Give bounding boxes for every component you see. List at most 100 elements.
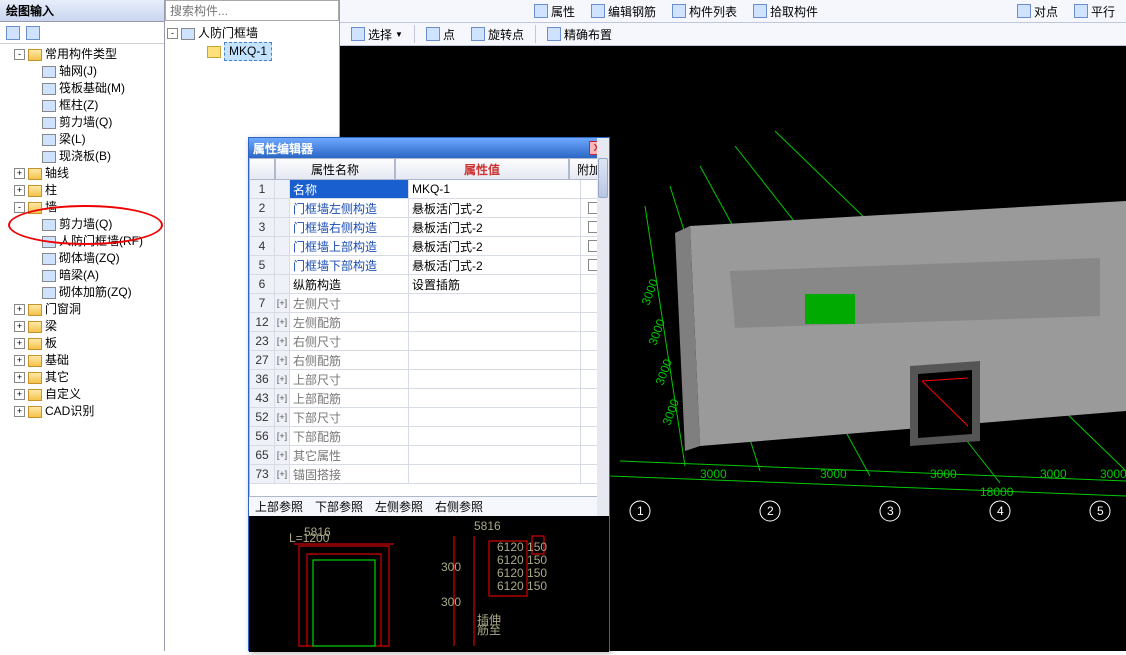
tool-icon[interactable] xyxy=(6,26,20,40)
scrollbar-thumb[interactable] xyxy=(598,180,608,198)
footer-link[interactable]: 下部参照 xyxy=(315,498,363,515)
property-row[interactable]: 23[+]右侧尺寸 xyxy=(250,332,608,351)
property-row[interactable]: 27[+]右侧配筋 xyxy=(250,351,608,370)
collapse-icon[interactable]: - xyxy=(14,49,25,60)
expand-icon[interactable]: + xyxy=(14,304,25,315)
expand-toggle[interactable]: [+] xyxy=(275,465,290,483)
tree-row[interactable]: -墙 xyxy=(2,199,164,216)
expand-icon[interactable]: + xyxy=(14,389,25,400)
expand-toggle[interactable]: [+] xyxy=(275,294,290,312)
expand-icon[interactable]: + xyxy=(14,406,25,417)
property-grid[interactable]: 1名称MKQ-12门框墙左侧构造悬板活门式-23门框墙右侧构造悬板活门式-24门… xyxy=(249,180,609,496)
expand-icon[interactable]: + xyxy=(14,185,25,196)
tree-row[interactable]: +梁 xyxy=(2,318,164,335)
toolbar-button[interactable]: 属性 xyxy=(529,1,580,21)
property-row[interactable]: 6纵筋构造设置插筋 xyxy=(250,275,608,294)
tree-row[interactable]: 梁(L) xyxy=(2,131,164,148)
collapse-icon[interactable]: - xyxy=(14,202,25,213)
expand-icon[interactable]: + xyxy=(14,338,25,349)
prop-value[interactable]: 悬板活门式-2 xyxy=(409,199,581,217)
tree-row[interactable]: 现浇板(B) xyxy=(2,148,164,165)
expand-icon[interactable]: + xyxy=(14,372,25,383)
prop-value[interactable]: 设置插筋 xyxy=(409,275,581,293)
tool-icon[interactable] xyxy=(26,26,40,40)
tree-row[interactable]: +自定义 xyxy=(2,386,164,403)
tree-row[interactable]: - 人防门框墙 xyxy=(167,25,339,42)
property-row[interactable]: 36[+]上部尺寸 xyxy=(250,370,608,389)
expand-icon[interactable]: + xyxy=(14,355,25,366)
precise-place-button[interactable]: 精确布置 xyxy=(542,24,617,44)
tree-row[interactable]: 砌体加筋(ZQ) xyxy=(2,284,164,301)
property-row[interactable]: 2门框墙左侧构造悬板活门式-2 xyxy=(250,199,608,218)
tree-row[interactable]: +板 xyxy=(2,335,164,352)
toolbar-button[interactable]: 平行 xyxy=(1069,1,1120,21)
tree-row[interactable]: +柱 xyxy=(2,182,164,199)
property-row[interactable]: 43[+]上部配筋 xyxy=(250,389,608,408)
expand-toggle[interactable]: [+] xyxy=(275,351,290,369)
prop-value[interactable] xyxy=(409,465,581,483)
tree-row[interactable]: +门窗洞 xyxy=(2,301,164,318)
tree-row[interactable]: -常用构件类型 xyxy=(2,46,164,63)
col-value[interactable]: 属性值 xyxy=(395,158,569,180)
property-row[interactable]: 7[+]左侧尺寸 xyxy=(250,294,608,313)
point-button[interactable]: 点 xyxy=(421,24,460,44)
footer-link[interactable]: 左侧参照 xyxy=(375,498,423,515)
prop-value[interactable]: MKQ-1 xyxy=(409,180,581,198)
prop-value[interactable] xyxy=(409,370,581,388)
toolbar-button[interactable]: 拾取构件 xyxy=(748,1,823,21)
tree-row[interactable]: MKQ-1 xyxy=(167,42,339,61)
toolbar-button[interactable]: 构件列表 xyxy=(667,1,742,21)
prop-value[interactable]: 悬板活门式-2 xyxy=(409,218,581,236)
dialog-titlebar[interactable]: 属性编辑器 X xyxy=(249,138,609,158)
tree-row[interactable]: 人防门框墙(RF) xyxy=(2,233,164,250)
expand-toggle[interactable]: [+] xyxy=(275,370,290,388)
expand-toggle[interactable]: [+] xyxy=(275,389,290,407)
property-row[interactable]: 12[+]左侧配筋 xyxy=(250,313,608,332)
tree-row[interactable]: 剪力墙(Q) xyxy=(2,216,164,233)
property-row[interactable]: 5门框墙下部构造悬板活门式-2 xyxy=(250,256,608,275)
footer-link[interactable]: 右侧参照 xyxy=(435,498,483,515)
expand-icon[interactable]: + xyxy=(14,168,25,179)
property-row[interactable]: 4门框墙上部构造悬板活门式-2 xyxy=(250,237,608,256)
property-row[interactable]: 52[+]下部尺寸 xyxy=(250,408,608,427)
col-name[interactable]: 属性名称 xyxy=(275,158,395,180)
property-row[interactable]: 3门框墙右侧构造悬板活门式-2 xyxy=(250,218,608,237)
prop-value[interactable] xyxy=(409,351,581,369)
property-row[interactable]: 56[+]下部配筋 xyxy=(250,427,608,446)
collapse-icon[interactable]: - xyxy=(167,28,178,39)
toolbar-button[interactable]: 对点 xyxy=(1012,1,1063,21)
scrollbar[interactable] xyxy=(597,180,609,496)
prop-value[interactable] xyxy=(409,446,581,464)
select-button[interactable]: 选择▼ xyxy=(346,24,408,44)
prop-value[interactable]: 悬板活门式-2 xyxy=(409,237,581,255)
property-row[interactable]: 1名称MKQ-1 xyxy=(250,180,608,199)
tree-row[interactable]: 筏板基础(M) xyxy=(2,80,164,97)
tree-row[interactable]: 砌体墙(ZQ) xyxy=(2,250,164,267)
prop-value[interactable] xyxy=(409,427,581,445)
footer-link[interactable]: 上部参照 xyxy=(255,498,303,515)
prop-value[interactable] xyxy=(409,313,581,331)
tree-row[interactable]: 暗梁(A) xyxy=(2,267,164,284)
property-row[interactable]: 73[+]锚固搭接 xyxy=(250,465,608,484)
toolbar-button[interactable]: 编辑钢筋 xyxy=(586,1,661,21)
expand-toggle[interactable]: [+] xyxy=(275,313,290,331)
expand-icon[interactable]: + xyxy=(14,321,25,332)
expand-toggle[interactable]: [+] xyxy=(275,332,290,350)
tree-row[interactable]: +CAD识别 xyxy=(2,403,164,420)
expand-toggle[interactable]: [+] xyxy=(275,427,290,445)
prop-value[interactable]: 悬板活门式-2 xyxy=(409,256,581,274)
property-row[interactable]: 65[+]其它属性 xyxy=(250,446,608,465)
rotate-point-button[interactable]: 旋转点 xyxy=(466,24,529,44)
tree-row[interactable]: 轴网(J) xyxy=(2,63,164,80)
prop-value[interactable] xyxy=(409,294,581,312)
tree-row[interactable]: +基础 xyxy=(2,352,164,369)
tree-row[interactable]: 剪力墙(Q) xyxy=(2,114,164,131)
tree-row[interactable]: +其它 xyxy=(2,369,164,386)
prop-value[interactable] xyxy=(409,389,581,407)
tree-row[interactable]: +轴线 xyxy=(2,165,164,182)
expand-toggle[interactable]: [+] xyxy=(275,408,290,426)
expand-toggle[interactable]: [+] xyxy=(275,446,290,464)
prop-value[interactable] xyxy=(409,332,581,350)
search-input[interactable] xyxy=(165,0,339,21)
tree-row[interactable]: 框柱(Z) xyxy=(2,97,164,114)
